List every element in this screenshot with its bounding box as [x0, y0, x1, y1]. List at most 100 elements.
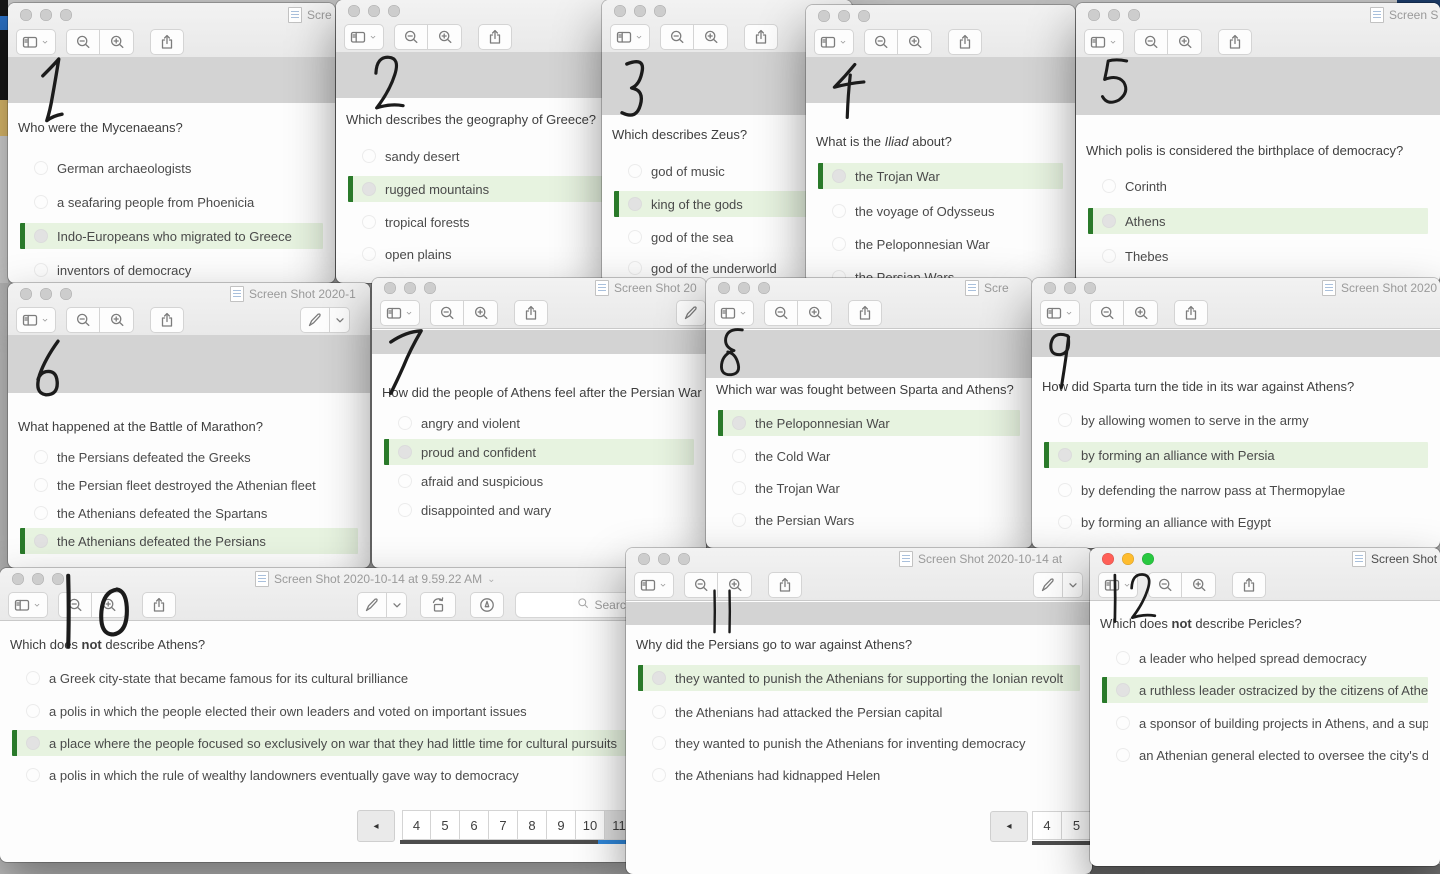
- radio-button-icon[interactable]: [832, 237, 846, 251]
- pagination-page-button[interactable]: 9: [547, 810, 576, 840]
- answer-option[interactable]: a polis in which the people elected thei…: [12, 698, 628, 724]
- answer-option[interactable]: German archaeologists: [20, 155, 323, 181]
- minimize-button[interactable]: [838, 10, 850, 22]
- sidebar-button[interactable]: [16, 29, 56, 55]
- rotate-button[interactable]: [420, 592, 456, 618]
- zoom-out-button[interactable]: [394, 24, 428, 50]
- minimize-button[interactable]: [368, 5, 380, 17]
- zoom-button[interactable]: [1084, 282, 1096, 294]
- minimize-button[interactable]: [1108, 9, 1120, 21]
- sidebar-button[interactable]: [1098, 572, 1138, 598]
- answer-option[interactable]: inventors of democracy: [20, 257, 323, 283]
- close-button[interactable]: [638, 553, 650, 565]
- zoom-out-button[interactable]: [1090, 300, 1124, 326]
- answer-option[interactable]: by defending the narrow pass at Thermopy…: [1044, 477, 1428, 503]
- answer-option[interactable]: Indo-Europeans who migrated to Greece: [20, 223, 323, 249]
- share-button[interactable]: [1232, 572, 1266, 598]
- zoom-out-button[interactable]: [864, 29, 898, 55]
- share-button[interactable]: [150, 29, 184, 55]
- pagination-page-button[interactable]: 7: [489, 810, 518, 840]
- markup-pen-button[interactable]: [1033, 572, 1063, 598]
- radio-button-icon[interactable]: [34, 195, 48, 209]
- answer-option[interactable]: the voyage of Odysseus: [818, 198, 1063, 224]
- pagination-page-button[interactable]: 6: [460, 810, 489, 840]
- radio-button-icon[interactable]: [1116, 748, 1130, 762]
- zoom-out-button[interactable]: [66, 29, 100, 55]
- radio-button-icon[interactable]: [1058, 448, 1072, 462]
- markup-dropdown-button[interactable]: [330, 307, 350, 333]
- zoom-button[interactable]: [1128, 9, 1140, 21]
- pagination-scrollbar[interactable]: [1032, 841, 1092, 845]
- minimize-button[interactable]: [658, 553, 670, 565]
- zoom-in-button[interactable]: [428, 24, 462, 50]
- close-button[interactable]: [718, 282, 730, 294]
- zoom-in-button[interactable]: [694, 24, 728, 50]
- radio-button-icon[interactable]: [1116, 683, 1130, 697]
- radio-button-icon[interactable]: [34, 478, 48, 492]
- radio-button-icon[interactable]: [26, 768, 40, 782]
- zoom-button[interactable]: [60, 288, 72, 300]
- radio-button-icon[interactable]: [1116, 651, 1130, 665]
- radio-button-icon[interactable]: [362, 247, 376, 261]
- answer-option[interactable]: by forming an alliance with Egypt: [1044, 509, 1428, 535]
- answer-option[interactable]: the Persians defeated the Greeks: [20, 444, 358, 470]
- close-button[interactable]: [20, 9, 32, 21]
- zoom-button[interactable]: [60, 9, 72, 21]
- radio-button-icon[interactable]: [398, 416, 412, 430]
- zoom-in-button[interactable]: [1124, 300, 1158, 326]
- answer-option[interactable]: the Athenians defeated the Persians: [20, 528, 358, 554]
- share-button[interactable]: [744, 24, 778, 50]
- answer-option[interactable]: disappointed and wary: [384, 497, 694, 523]
- radio-button-icon[interactable]: [652, 671, 666, 685]
- zoom-in-button[interactable]: [718, 572, 752, 598]
- answer-option[interactable]: a ruthless leader ostracized by the citi…: [1102, 677, 1428, 703]
- radio-button-icon[interactable]: [398, 503, 412, 517]
- close-button[interactable]: [1044, 282, 1056, 294]
- zoom-in-button[interactable]: [1182, 572, 1216, 598]
- zoom-in-button[interactable]: [798, 300, 832, 326]
- answer-option[interactable]: proud and confident: [384, 439, 694, 465]
- sidebar-button[interactable]: [16, 307, 56, 333]
- sidebar-button[interactable]: [1040, 300, 1080, 326]
- zoom-out-button[interactable]: [660, 24, 694, 50]
- zoom-out-button[interactable]: [66, 307, 100, 333]
- radio-button-icon[interactable]: [362, 149, 376, 163]
- zoom-in-button[interactable]: [100, 29, 134, 55]
- radio-button-icon[interactable]: [732, 481, 746, 495]
- answer-option[interactable]: the Athenians defeated the Spartans: [20, 500, 358, 526]
- answer-option[interactable]: angry and violent: [384, 410, 694, 436]
- pagination-prev-button[interactable]: ◂: [357, 810, 395, 842]
- radio-button-icon[interactable]: [34, 229, 48, 243]
- zoom-in-button[interactable]: [898, 29, 932, 55]
- answer-option[interactable]: the Peloponnesian War: [818, 231, 1063, 257]
- zoom-in-button[interactable]: [100, 307, 134, 333]
- answer-option[interactable]: sandy desert: [348, 143, 633, 169]
- radio-button-icon[interactable]: [732, 513, 746, 527]
- sidebar-button[interactable]: [1084, 29, 1124, 55]
- sidebar-button[interactable]: [814, 29, 854, 55]
- zoom-button[interactable]: [858, 10, 870, 22]
- zoom-button[interactable]: [758, 282, 770, 294]
- answer-option[interactable]: a leader who helped spread democracy: [1102, 645, 1428, 671]
- close-button[interactable]: [384, 282, 396, 294]
- markup-pen-button[interactable]: [300, 307, 330, 333]
- sidebar-button[interactable]: [344, 24, 384, 50]
- minimize-button[interactable]: [1064, 282, 1076, 294]
- radio-button-icon[interactable]: [628, 164, 642, 178]
- radio-button-icon[interactable]: [732, 416, 746, 430]
- radio-button-icon[interactable]: [34, 450, 48, 464]
- zoom-out-button[interactable]: [430, 300, 464, 326]
- answer-option[interactable]: the Persian fleet destroyed the Athenian…: [20, 472, 358, 498]
- markup-pen-button[interactable]: [357, 592, 387, 618]
- radio-button-icon[interactable]: [34, 506, 48, 520]
- share-button[interactable]: [1218, 29, 1252, 55]
- radio-button-icon[interactable]: [362, 215, 376, 229]
- radio-button-icon[interactable]: [26, 671, 40, 685]
- close-button[interactable]: [1088, 9, 1100, 21]
- answer-option[interactable]: a polis in which the rule of wealthy lan…: [12, 762, 628, 788]
- sidebar-button[interactable]: [634, 572, 674, 598]
- radio-button-icon[interactable]: [26, 736, 40, 750]
- zoom-out-button[interactable]: [58, 592, 92, 618]
- search-input[interactable]: Search: [515, 592, 640, 618]
- zoom-button[interactable]: [52, 573, 64, 585]
